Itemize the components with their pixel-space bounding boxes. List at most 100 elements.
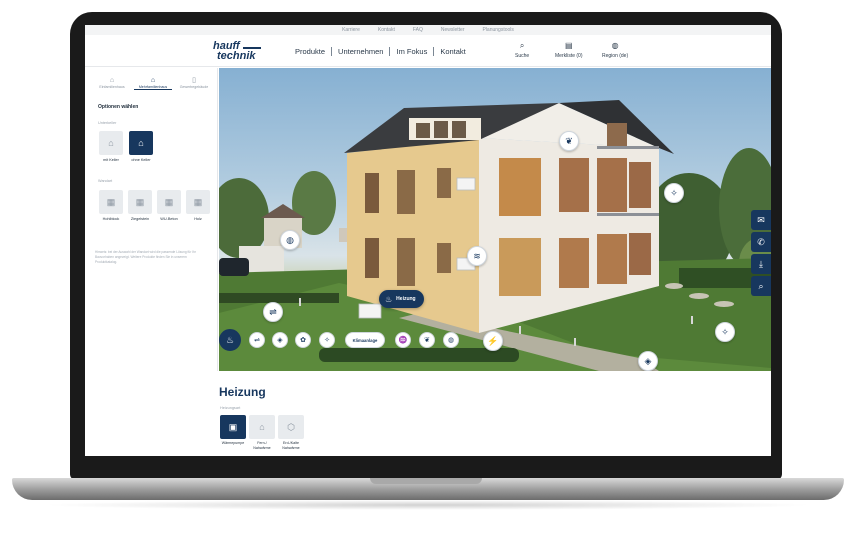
satellite-icon: ✧ [670,187,678,198]
satellite-icon: ✧ [721,326,729,337]
panel-title: Optionen wählen [98,104,139,110]
car-icon: ⇌ [269,306,277,317]
category-satellite[interactable]: ✧ [319,332,335,348]
option-erdwaerme[interactable]: ⬡ Erd-/Kalte Nahwärme [278,415,304,450]
hotspot-satellite-2[interactable]: ✧ [715,322,735,342]
phone-icon: ✆ [757,236,765,247]
apartment-house-icon: ⌂ [150,77,156,84]
active-hotspot-heizung[interactable]: ♨ Heizung [379,290,424,308]
option-ziegelstein[interactable]: ▦ Ziegelstein [128,190,152,221]
category-leaf[interactable]: ❦ [419,332,435,348]
option-hohlblock[interactable]: ▦ Hohlblock [99,190,123,221]
detail-section: Heizung Heizungsart ▣ Wärmepumpe ⌂ Fern-… [85,371,771,456]
category-klimaanlage[interactable]: Klimaanlage [345,332,385,348]
option-ohne-keller[interactable]: ⌂ ohne Keller [129,131,153,162]
hotspot-satellite[interactable]: ✧ [664,183,684,203]
logo-text-bottom: technik [217,50,256,62]
util-link-newsletter[interactable]: Newsletter [441,27,465,33]
util-link-kontakt[interactable]: Kontakt [378,27,395,33]
nav-separator [389,47,391,56]
hotspot-leaf[interactable]: ❦ [559,131,579,151]
gas-icon: ◈ [644,355,652,366]
category-plant[interactable]: ✿ [295,332,311,348]
option-waermepumpe[interactable]: ▣ Wärmepumpe [220,415,246,446]
zoom-button[interactable]: ⌕ [751,276,771,296]
hotspot-globe[interactable]: ◍ [280,230,300,250]
electricity-icon: ⚡ [487,335,499,346]
mail-button[interactable]: ✉ [751,210,771,230]
site-header: hauff technik Produkte Unternehmen Im Fo… [85,35,771,67]
heating-icon: ♨ [225,334,235,345]
option-wu-beton[interactable]: ▦ WU-Beton [157,190,181,221]
house-scene[interactable]: ❦ ✧ ◍ ≋ ⇌ ⚡ ✧ ◈ ♨ Heizung ✉ ✆ ⤓ ⌕ [219,68,771,371]
hotspot-electricity[interactable]: ⚡ [483,331,503,351]
category-heating[interactable]: ♨ [219,329,241,351]
option-mit-keller[interactable]: ⌂ mit Keller [99,131,123,162]
wall-section-label: Wandart [98,179,113,183]
mail-icon: ✉ [757,214,765,225]
hotspot-gas[interactable]: ◈ [638,351,658,371]
region-button[interactable]: ◍ Region (de) [602,41,628,59]
option-label: Ziegelstein [130,217,150,221]
nav-separator [433,47,435,56]
util-link-faq[interactable]: FAQ [413,27,423,33]
util-link-karriere[interactable]: Karriere [342,27,360,33]
air-icon: ≋ [473,250,481,261]
active-hotspot-label: Heizung [396,296,416,302]
concrete-icon: ▦ [157,190,181,214]
option-fernwaerme[interactable]: ⌂ Fern-/ Nahwärme [249,415,275,450]
hint-text: Hinweis: bei der Auswahl der Wandart wir… [95,250,196,264]
leaf-icon: ❦ [424,337,430,344]
nav-separator [331,47,333,56]
house-icon: ⌂ [129,131,153,155]
util-link-planungstools[interactable]: Planungstools [482,27,513,33]
download-icon: ⤓ [759,258,763,269]
nav-produkte[interactable]: Produkte [295,47,325,56]
logo[interactable]: hauff technik [213,40,263,64]
nav-kontakt[interactable]: Kontakt [440,47,465,56]
option-label: WU-Beton [160,217,178,221]
laptop-notch [370,478,482,484]
laptop-shadow [40,500,815,510]
hotspot-car[interactable]: ⇌ [263,302,283,322]
merkliste-label: Merkliste (0) [555,53,583,59]
option-holz[interactable]: ▦ Holz [186,190,210,221]
logo-bar [243,47,261,49]
plant-icon: ✿ [300,337,306,344]
globe-icon: ◍ [447,337,455,344]
car-icon: ⇌ [254,337,260,344]
tab-gewerbegebaeude[interactable]: ▯ Gewerbegebäude [175,76,213,90]
download-button[interactable]: ⤓ [751,254,771,274]
zoom-icon: ⌕ [758,280,764,291]
nav-unternehmen[interactable]: Unternehmen [338,47,383,56]
category-globe[interactable]: ◍ [443,332,459,348]
options-panel: ⌂ Einfamilienhaus ⌂ Mehrfamilienhaus ▯ G… [85,68,218,371]
house-icon: ⌂ [109,77,115,84]
search-button[interactable]: ⌕ Suche [515,41,529,59]
geothermal-icon: ⬡ [278,415,304,439]
phone-button[interactable]: ✆ [751,232,771,252]
detail-title: Heizung [219,385,266,399]
satellite-icon: ✧ [324,337,330,344]
option-label: Erd-/Kalte Nahwärme [282,441,300,450]
district-heating-icon: ⌂ [249,415,275,439]
page: Karriere Kontakt FAQ Newsletter Planungs… [0,0,855,558]
utility-bar: Karriere Kontakt FAQ Newsletter Planungs… [85,25,771,35]
category-water[interactable]: ♒ [395,332,411,348]
globe-icon: ◍ [286,234,294,245]
gas-icon: ◈ [277,337,283,344]
category-gas[interactable]: ◈ [272,332,288,348]
tab-einfamilienhaus[interactable]: ⌂ Einfamilienhaus [93,76,131,90]
option-label: mit Keller [103,158,119,162]
nav-im-fokus[interactable]: Im Fokus [396,47,427,56]
tab-mehrfamilienhaus[interactable]: ⌂ Mehrfamilienhaus [134,76,172,90]
search-label: Suche [515,53,530,59]
detail-sub-label: Heizungsart [220,406,241,410]
category-car[interactable]: ⇌ [249,332,265,348]
tab-label: Einfamilienhaus [99,85,125,89]
option-label: Fern-/ Nahwärme [253,441,271,450]
merkliste-button[interactable]: ▤ Merkliste (0) [555,41,583,59]
hotspot-air[interactable]: ≋ [467,246,487,266]
brick-icon: ▦ [128,190,152,214]
screen: Karriere Kontakt FAQ Newsletter Planungs… [85,25,771,456]
